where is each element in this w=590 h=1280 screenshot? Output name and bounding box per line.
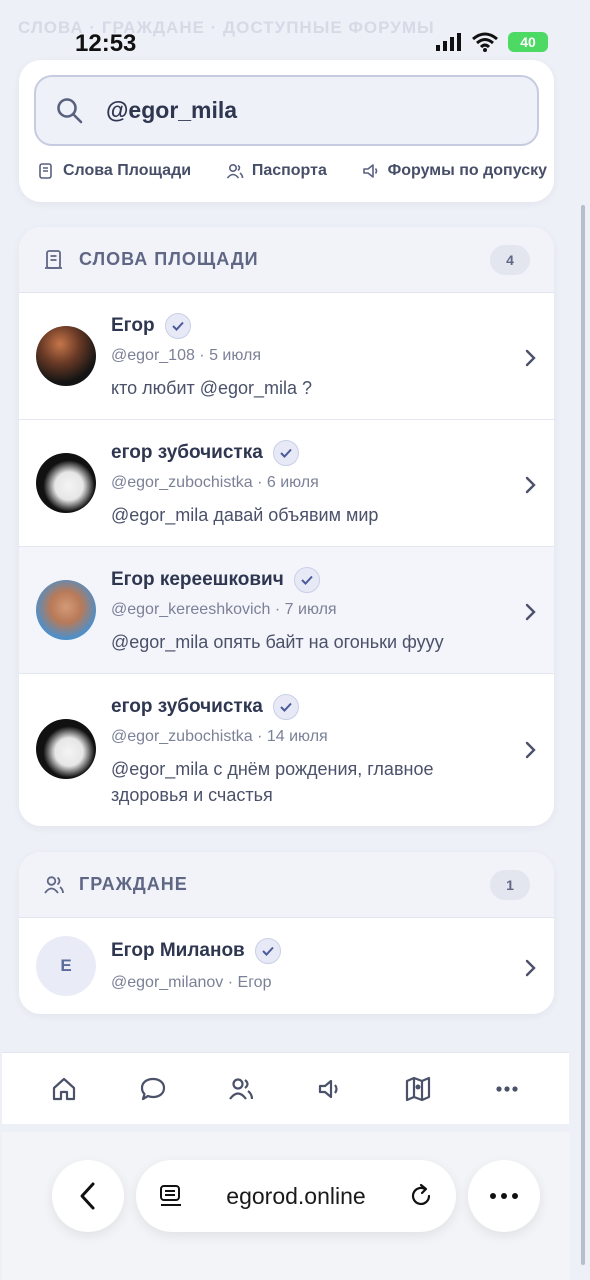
- bottom-nav: [2, 1052, 569, 1124]
- section-title: ГРАЖДАНЕ: [79, 874, 188, 894]
- browser-toolbar: egorod.online: [2, 1132, 570, 1280]
- filter-passports[interactable]: Паспорта: [226, 162, 327, 180]
- users-icon: [226, 163, 244, 179]
- map-icon[interactable]: [404, 1075, 432, 1103]
- filter-forums[interactable]: Форумы по допуску: [362, 162, 547, 180]
- filter-forums-label: Форумы по допуску: [387, 162, 547, 179]
- post-text: @egor_mila опять байт на огоньки фууу: [111, 632, 444, 652]
- count-badge: 4: [490, 245, 530, 275]
- users-icon: [44, 875, 64, 894]
- author-handle: @egor_zubochistka: [111, 728, 253, 745]
- reader-icon[interactable]: [158, 1183, 184, 1209]
- post-date: 14 июля: [266, 728, 328, 745]
- verified-icon: [254, 938, 281, 964]
- chevron-right-icon: [525, 741, 536, 759]
- citizen-handle: @egor_milanov: [111, 974, 224, 991]
- battery-indicator: 40: [508, 32, 548, 52]
- avatar-initial: E: [60, 956, 72, 975]
- avatar: E: [36, 936, 96, 996]
- post-row[interactable]: Егор кереешкович @egor_kereeshkovich · 7…: [19, 547, 554, 674]
- words-section: СЛОВА ПЛОЩАДИ 4 Егор @egor_108 · 5 июля …: [19, 227, 554, 826]
- search-filters: Слова Площади Паспорта Форумы по допуску: [37, 162, 547, 180]
- scroll-icon: [39, 163, 52, 179]
- post-row[interactable]: егор зубочистка @egor_zubochistka · 14 и…: [19, 674, 554, 826]
- chevron-left-icon: [80, 1182, 95, 1210]
- author-name: егор зубочистка: [111, 442, 263, 463]
- speaker-icon[interactable]: [316, 1075, 344, 1103]
- scroll-icon: [45, 249, 62, 269]
- post-text: @egor_mila давай объявим мир: [111, 505, 379, 525]
- post-text: кто любит @egor_mila ?: [111, 378, 313, 398]
- post-date: 7 июля: [284, 601, 337, 618]
- verified-icon: [272, 694, 299, 720]
- avatar: [36, 719, 96, 779]
- author-handle: @egor_zubochistka: [111, 474, 253, 491]
- post-date: 6 июля: [266, 474, 319, 491]
- verified-icon: [164, 313, 191, 339]
- search-icon: [57, 97, 83, 123]
- author-handle: @egor_108: [111, 347, 195, 364]
- post-row[interactable]: егор зубочистка @egor_zubochistka · 6 ию…: [19, 420, 554, 547]
- citizen-subtitle: Егор: [237, 974, 272, 991]
- status-bar: 12:53 40: [0, 0, 590, 64]
- status-icons: 40: [436, 32, 548, 52]
- post-date: 5 июля: [209, 347, 262, 364]
- avatar: [36, 453, 96, 513]
- wifi-icon: [472, 32, 498, 52]
- author-name: Егор: [111, 315, 155, 336]
- scrollbar[interactable]: [581, 205, 585, 1265]
- more-button[interactable]: [468, 1160, 540, 1232]
- verified-icon: [272, 440, 299, 466]
- post-text: @egor_mila с днём рождения, главное здор…: [111, 759, 434, 805]
- search-box[interactable]: @egor_mila: [34, 75, 539, 146]
- avatar: [36, 580, 96, 640]
- chevron-right-icon: [525, 603, 536, 621]
- status-time: 12:53: [75, 30, 137, 57]
- signal-icon: [436, 33, 461, 51]
- search-card: @egor_mila Слова Площади Паспорта Форумы…: [19, 60, 554, 202]
- back-button[interactable]: [52, 1160, 124, 1232]
- post-row[interactable]: Егор @egor_108 · 5 июля кто любит @egor_…: [19, 293, 554, 420]
- chevron-right-icon: [525, 349, 536, 367]
- home-icon[interactable]: [50, 1075, 78, 1103]
- avatar: [36, 326, 96, 386]
- filter-words-label: Слова Площади: [63, 162, 192, 179]
- filter-words[interactable]: Слова Площади: [37, 162, 191, 180]
- more-icon[interactable]: [493, 1075, 521, 1103]
- words-section-header: СЛОВА ПЛОЩАДИ 4: [19, 227, 554, 293]
- author-name: егор зубочистка: [111, 696, 263, 717]
- citizens-section-header: ГРАЖДАНЕ 1: [19, 852, 554, 918]
- citizen-row[interactable]: E Егор Миланов @egor_milanov · Егор: [19, 918, 554, 1014]
- url-text[interactable]: egorod.online: [226, 1183, 365, 1210]
- chat-icon[interactable]: [139, 1075, 167, 1103]
- author-name: Егор кереешкович: [111, 569, 284, 590]
- chevron-right-icon: [525, 959, 536, 977]
- section-title: СЛОВА ПЛОЩАДИ: [79, 249, 259, 269]
- chevron-right-icon: [525, 476, 536, 494]
- citizens-section: ГРАЖДАНЕ 1 E Егор Миланов @egor_milanov …: [19, 852, 554, 1014]
- more-icon: [490, 1193, 518, 1199]
- filter-passports-label: Паспорта: [251, 162, 327, 179]
- users-icon[interactable]: [227, 1075, 255, 1103]
- citizen-name: Егор Миланов: [111, 940, 245, 961]
- verified-icon: [293, 567, 320, 593]
- search-input[interactable]: @egor_mila: [106, 97, 237, 124]
- count-badge: 1: [490, 870, 530, 900]
- reload-icon[interactable]: [408, 1183, 434, 1209]
- address-bar[interactable]: egorod.online: [136, 1160, 456, 1232]
- speaker-icon: [362, 164, 377, 178]
- author-handle: @egor_kereeshkovich: [111, 601, 271, 618]
